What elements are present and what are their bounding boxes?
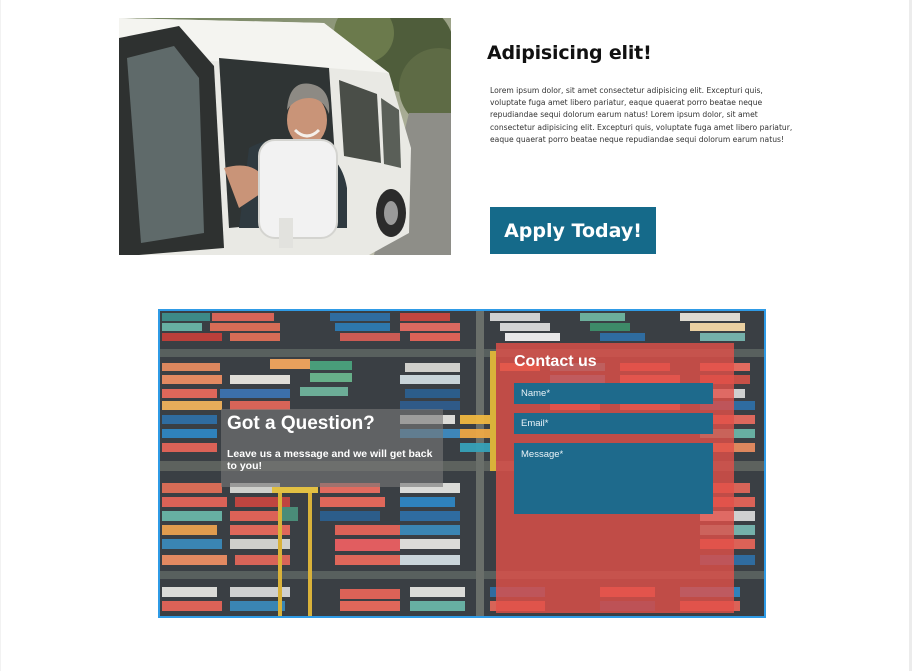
email-field[interactable]: [514, 413, 713, 434]
promo-title: Adipisicing elit!: [487, 42, 652, 64]
contact-form-title: Contact us: [514, 353, 597, 370]
name-field[interactable]: [514, 383, 713, 404]
contact-section: Got a Question? Leave us a message and w…: [158, 309, 766, 618]
driver-photo: [119, 18, 451, 255]
promo-description: Lorem ipsum dolor, sit amet consectetur …: [490, 86, 793, 144]
question-title: Got a Question?: [227, 413, 375, 434]
message-field[interactable]: [514, 443, 713, 514]
contact-form: Contact us: [496, 343, 734, 613]
question-subtitle: Leave us a message and we will get back …: [227, 448, 433, 472]
page-left-edge: [0, 0, 1, 671]
question-panel: Got a Question? Leave us a message and w…: [221, 409, 443, 487]
apply-today-button[interactable]: Apply Today!: [490, 207, 656, 254]
